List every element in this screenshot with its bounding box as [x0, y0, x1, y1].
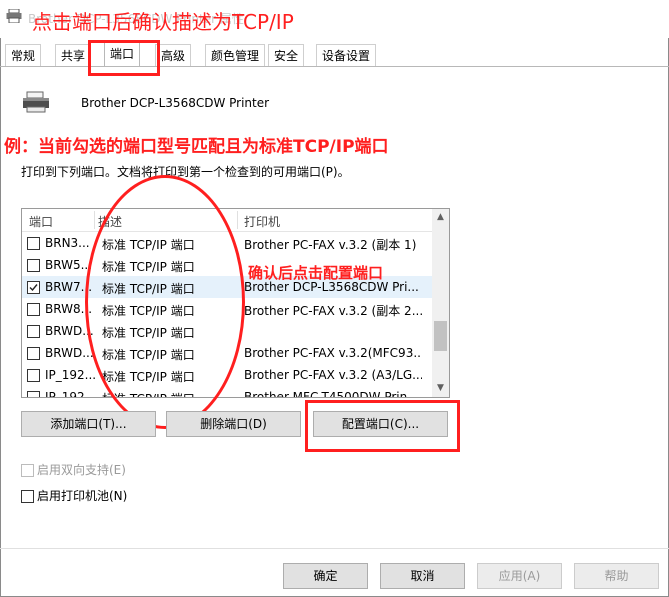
- port-list[interactable]: 端口 描述 打印机 BRN3... 标准 TCP/IP 端口 Brother PC-…: [21, 208, 450, 398]
- port-row[interactable]: IP_192... 标准 TCP/IP 端口 Brother MFC-T4500DW…: [22, 386, 432, 398]
- port-name: BRW8...: [45, 302, 93, 316]
- scroll-down-icon[interactable]: ▼: [432, 380, 449, 397]
- column-description[interactable]: 描述: [98, 213, 122, 230]
- annotation-model-note: 例：当前勾选的端口型号匹配且为标准TCP/IP端口: [4, 137, 389, 157]
- port-checkbox[interactable]: [27, 347, 40, 360]
- port-row[interactable]: BRW8... 标准 TCP/IP 端口 Brother PC-FAX v.3.2 …: [22, 298, 432, 320]
- delete-port-button[interactable]: 删除端口(D): [166, 411, 301, 437]
- port-printer: Brother PC-FAX v.3.2 (副本 2...: [244, 304, 422, 318]
- bidirectional-label: 启用双向支持(E): [37, 463, 126, 477]
- ok-button[interactable]: 确定: [283, 563, 368, 589]
- port-description: 标准 TCP/IP 端口: [102, 348, 195, 362]
- port-list-header: 端口 描述 打印机: [22, 209, 432, 232]
- pooling-label: 启用打印机池(N): [37, 489, 128, 503]
- tab-strip: 常规 共享 端口 高级 颜色管理 安全 设备设置: [0, 42, 669, 67]
- port-name: IP_192...: [45, 390, 97, 398]
- annotation-configure-note: 确认后点击配置端口: [248, 264, 384, 282]
- port-name: BRWD...: [45, 324, 94, 338]
- port-checkbox[interactable]: [27, 237, 40, 250]
- port-description: 标准 TCP/IP 端口: [102, 370, 195, 384]
- configure-port-button[interactable]: 配置端口(C)...: [313, 411, 448, 437]
- port-description: 标准 TCP/IP 端口: [102, 390, 237, 397]
- port-name: BRW5...: [45, 258, 93, 272]
- tab-divider: [0, 66, 669, 67]
- printer-icon: [6, 9, 22, 23]
- apply-button[interactable]: 应用(A): [477, 563, 562, 589]
- port-checkbox[interactable]: [27, 259, 40, 272]
- tab-ports[interactable]: 端口: [104, 42, 141, 67]
- column-divider[interactable]: [94, 211, 95, 229]
- port-name: IP_192...: [45, 368, 97, 382]
- port-description: 标准 TCP/IP 端口: [102, 326, 195, 340]
- bidirectional-option[interactable]: 启用双向支持(E): [21, 461, 126, 478]
- port-printer: Brother PC-FAX v.3.2 (A3/LG...: [244, 368, 422, 382]
- tab-device-settings[interactable]: 设备设置: [316, 44, 377, 67]
- column-printer[interactable]: 打印机: [244, 213, 280, 230]
- scroll-thumb[interactable]: [434, 321, 447, 351]
- port-description: 标准 TCP/IP 端口: [102, 282, 195, 296]
- cancel-button[interactable]: 取消: [380, 563, 465, 589]
- port-row[interactable]: BRWD... 标准 TCP/IP 端口 Brother PC-FAX v.3.2(…: [22, 342, 432, 364]
- printer-device-icon: [23, 91, 49, 113]
- port-instruction: 打印到下列端口。文档将打印到第一个检查到的可用端口(P)。: [21, 165, 350, 179]
- column-port[interactable]: 端口: [29, 213, 53, 230]
- footer-divider: [0, 548, 669, 549]
- printer-name: Brother DCP-L3568CDW Printer: [81, 96, 270, 110]
- port-name: BRN3...: [45, 236, 90, 250]
- port-description: 标准 TCP/IP 端口: [102, 304, 195, 318]
- tab-general[interactable]: 常规: [5, 44, 42, 67]
- column-divider[interactable]: [237, 211, 238, 229]
- help-button[interactable]: 帮助: [574, 563, 659, 589]
- add-port-button[interactable]: 添加端口(T)...: [21, 411, 156, 437]
- tab-security[interactable]: 安全: [268, 44, 305, 67]
- scroll-up-icon[interactable]: ▲: [432, 209, 449, 226]
- port-printer: Brother PC-FAX v.3.2(MFC93...: [244, 346, 422, 360]
- port-row[interactable]: BRN3... 标准 TCP/IP 端口 Brother PC-FAX v.3.2 …: [22, 232, 432, 254]
- port-printer: Brother MFC-T4500DW Prin...: [244, 390, 419, 398]
- port-row[interactable]: BRWD... 标准 TCP/IP 端口: [22, 320, 432, 342]
- port-checkbox[interactable]: [27, 369, 40, 382]
- pooling-option[interactable]: 启用打印机池(N): [21, 487, 127, 504]
- port-name: BRW7...: [45, 280, 93, 294]
- tab-sharing[interactable]: 共享: [55, 44, 92, 67]
- pooling-checkbox[interactable]: [21, 490, 34, 503]
- port-description: 标准 TCP/IP 端口: [102, 238, 195, 252]
- port-name: BRWD...: [45, 346, 94, 360]
- port-checkbox[interactable]: [27, 281, 40, 294]
- port-description: 标准 TCP/IP 端口: [102, 260, 195, 274]
- tab-advanced[interactable]: 高级: [155, 44, 192, 67]
- annotation-title: 点击端口后确认描述为TCP/IP: [32, 10, 294, 34]
- port-row[interactable]: IP_192... 标准 TCP/IP 端口 Brother PC-FAX v.3.…: [22, 364, 432, 386]
- vertical-scrollbar[interactable]: ▲ ▼: [432, 209, 449, 397]
- bidirectional-checkbox[interactable]: [21, 464, 34, 477]
- checkmark-icon: [29, 284, 38, 292]
- port-checkbox[interactable]: [27, 325, 40, 338]
- port-checkbox[interactable]: [27, 391, 40, 397]
- port-printer: Brother PC-FAX v.3.2 (副本 1): [244, 238, 417, 252]
- tab-color-management[interactable]: 颜色管理: [205, 44, 266, 67]
- port-checkbox[interactable]: [27, 303, 40, 316]
